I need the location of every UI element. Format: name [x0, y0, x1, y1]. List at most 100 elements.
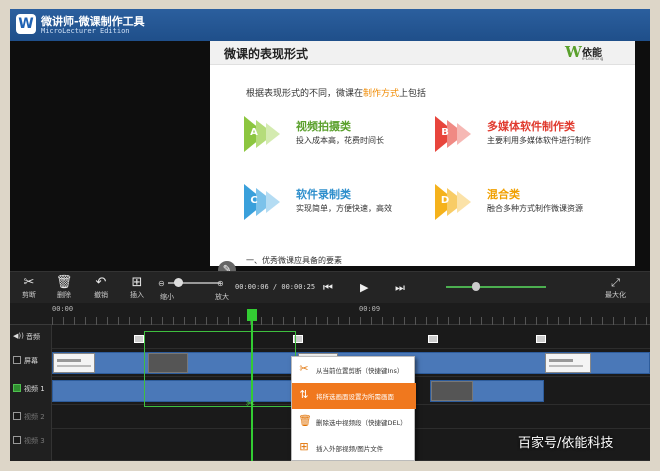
- track-audio-label[interactable]: ◀)) 音频: [10, 325, 52, 349]
- track-video-3-checkbox[interactable]: [13, 436, 21, 444]
- menu-item-label: 插入外部视频/图片文件: [316, 445, 384, 453]
- menu-item-insert[interactable]: ⊞ 插入外部视频/图片文件: [292, 435, 416, 461]
- app-window: W 微讲师-微课制作工具 MicroLecturer Edition 微课的表现…: [10, 9, 650, 461]
- clip-thumbnail: [53, 353, 95, 373]
- zoom-slider-handle[interactable]: [174, 278, 184, 287]
- app-subtitle: MicroLecturer Edition: [41, 27, 130, 35]
- zoom-in-icon[interactable]: ⊕: [217, 279, 224, 288]
- category-b: B 多媒体软件制作类 主要利用多媒体软件进行制作: [435, 114, 625, 154]
- intro-prefix: 根据表现形式的不同，微课在: [246, 89, 364, 99]
- menu-item-cut[interactable]: ✂ 从当前位置剪断（快捷键Ins）: [292, 357, 416, 383]
- zoom-out-label: 缩小: [160, 293, 174, 301]
- track-screen-label[interactable]: 屏幕: [10, 349, 52, 377]
- category-b-desc: 主要利用多媒体软件进行制作: [487, 136, 591, 145]
- maximize-label: 最大化: [605, 291, 626, 299]
- track-video-1-label[interactable]: 视频 1: [10, 377, 52, 405]
- context-menu: ✂ 从当前位置剪断（快捷键Ins） ⇅ 将所选画面设置为所需画面 🗑 删除选中视…: [291, 356, 416, 461]
- brand-logo: W 依能 e-Learning: [565, 43, 627, 63]
- playhead[interactable]: [251, 309, 253, 461]
- slide-title: 微课的表现形式: [224, 47, 309, 61]
- zoom-in-label: 放大: [215, 293, 229, 301]
- track-video-2-checkbox[interactable]: [13, 412, 21, 420]
- menu-item-delete[interactable]: 🗑 删除选中视频段（快捷键DEL）: [292, 409, 416, 435]
- ruler-ticks: [52, 317, 650, 325]
- brand-sub: e-Learning: [582, 56, 604, 61]
- category-c-title: 软件录制类: [296, 188, 351, 201]
- delete-button[interactable]: 🗑 删除: [49, 275, 79, 300]
- volume-slider-handle[interactable]: [472, 282, 480, 291]
- volume-slider-track[interactable]: [446, 286, 546, 288]
- play-icon[interactable]: ▶: [360, 281, 368, 294]
- brand-mark: W: [565, 43, 582, 61]
- slide-preview: 微课的表现形式 W 依能 e-Learning 根据表现形式的不同，微课在制作方…: [210, 41, 635, 266]
- category-a-letter: A: [250, 127, 258, 138]
- selection-box[interactable]: [144, 331, 296, 407]
- track-audio: ◀)) 音频: [10, 325, 650, 349]
- maximize-icon: ⤢: [611, 276, 620, 289]
- insert-icon: ⊞: [299, 440, 309, 453]
- track-video-2-name: 视频 2: [24, 413, 45, 421]
- track-screen-name: 屏幕: [24, 357, 38, 365]
- category-c-letter: C: [250, 195, 258, 206]
- trash-icon: 🗑: [298, 414, 312, 427]
- undo-button[interactable]: ↶ 撤销: [86, 275, 116, 300]
- app-logo: W: [16, 14, 36, 34]
- scissors-icon: ✂: [23, 275, 35, 290]
- undo-label: 撤销: [94, 291, 108, 299]
- title-bar: W 微讲师-微课制作工具 MicroLecturer Edition: [10, 9, 650, 41]
- timeline-ruler[interactable]: 00:00 00:09: [10, 303, 650, 325]
- edit-toolbar: ✂ 剪断 🗑 删除 ↶ 撤销 ⊞ 插入 ⊖ ⊕ 缩小 放大 00:00:06 /…: [10, 271, 650, 303]
- audio-icon: ◀)): [13, 332, 24, 340]
- intro-highlight: 制作方式: [363, 89, 400, 99]
- track-screen-checkbox[interactable]: [13, 356, 21, 364]
- menu-item-label: 从当前位置剪断（快捷键Ins）: [316, 367, 404, 375]
- time-display: 00:00:06 / 00:00:25: [235, 283, 316, 291]
- track-video-1-name: 视频 1: [24, 385, 45, 393]
- track-video-2-label[interactable]: 视频 2: [10, 405, 52, 429]
- delete-label: 删除: [57, 291, 71, 299]
- category-d-title: 混合类: [487, 188, 520, 201]
- scissors-icon: ✂: [299, 362, 309, 375]
- zoom-out-icon[interactable]: ⊖: [158, 279, 165, 288]
- category-d-desc: 融合多种方式制作微课资源: [487, 204, 583, 213]
- cut-label: 剪断: [22, 291, 36, 299]
- preview-area: 微课的表现形式 W 依能 e-Learning 根据表现形式的不同，微课在制作方…: [10, 41, 650, 279]
- clip-thumbnail: [431, 381, 473, 401]
- track-audio-name: 音频: [26, 333, 40, 341]
- category-d: D 混合类 融合多种方式制作微课资源: [435, 182, 625, 222]
- trash-icon: 🗑: [55, 275, 73, 290]
- clip-thumbnail: [545, 353, 591, 373]
- category-b-letter: B: [441, 127, 449, 138]
- slide-footer: 一、优秀微课应具备的要素: [210, 253, 635, 266]
- ruler-time-mark: 00:09: [359, 305, 381, 313]
- category-a-title: 视频拍摄类: [296, 120, 351, 133]
- next-icon[interactable]: ⏭: [395, 281, 405, 295]
- maximize-button[interactable]: ⤢ 最大化: [605, 276, 626, 300]
- insert-icon: ⊞: [131, 275, 143, 290]
- slide-intro: 根据表现形式的不同，微课在制作方式上包括: [246, 86, 426, 99]
- cut-button[interactable]: ✂ 剪断: [14, 275, 44, 300]
- previous-icon[interactable]: ⏮: [323, 281, 333, 295]
- category-d-letter: D: [440, 195, 450, 206]
- audio-marker[interactable]: [428, 335, 438, 343]
- category-a-desc: 投入成本高，花费时间长: [296, 136, 384, 145]
- slide-footer-text: 一、优秀微课应具备的要素: [246, 256, 342, 265]
- screenshot-frame: W 微讲师-微课制作工具 MicroLecturer Edition 微课的表现…: [0, 0, 660, 471]
- category-c: C 软件录制类 实现简单，方便快速，高效: [244, 182, 434, 222]
- menu-item-set-frame[interactable]: ⇅ 将所选画面设置为所需画面: [292, 383, 416, 409]
- audio-marker[interactable]: [536, 335, 546, 343]
- playhead-handle[interactable]: [247, 309, 257, 321]
- scissors-icon: ✂: [246, 397, 256, 410]
- category-c-desc: 实现简单，方便快速，高效: [296, 204, 392, 213]
- category-a: A 视频拍摄类 投入成本高，花费时间长: [244, 114, 434, 154]
- swap-icon: ⇅: [299, 388, 309, 401]
- menu-item-label: 删除选中视频段（快捷键DEL）: [316, 419, 407, 427]
- track-video-3-label[interactable]: 视频 3: [10, 429, 52, 461]
- track-video-1-checkbox[interactable]: [13, 384, 21, 392]
- track-video-3-name: 视频 3: [24, 437, 45, 445]
- insert-button[interactable]: ⊞ 插入: [122, 275, 152, 300]
- slide-header: 微课的表现形式 W 依能 e-Learning: [210, 41, 635, 65]
- insert-label: 插入: [130, 291, 144, 299]
- watermark: 百家号/依能科技: [518, 436, 614, 451]
- audio-marker[interactable]: [134, 335, 144, 343]
